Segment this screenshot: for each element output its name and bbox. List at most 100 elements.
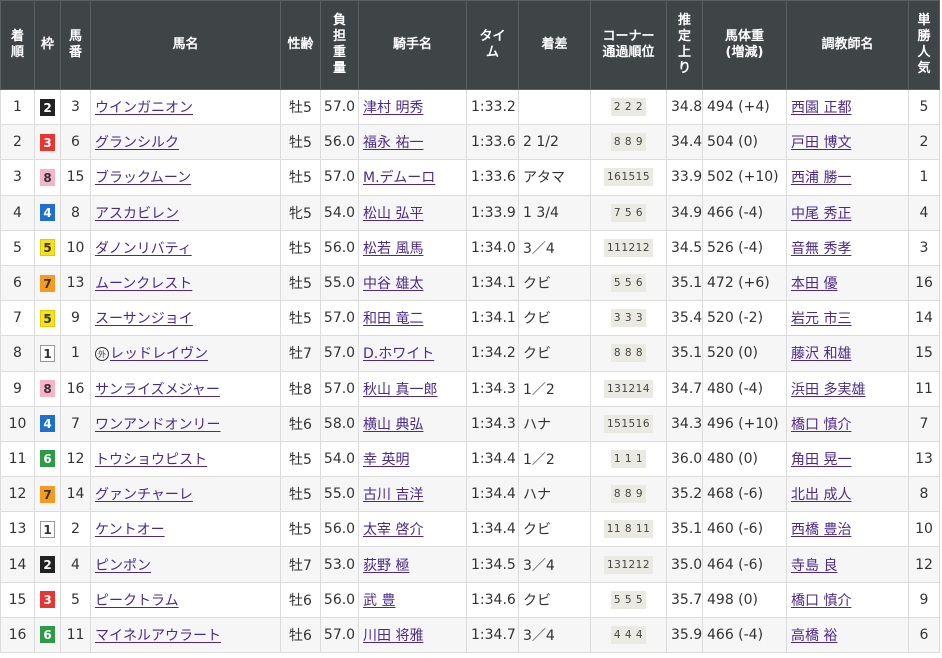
trainer-link[interactable]: 西橋 豊治 [791,522,851,538]
body-weight: 494 (+4) [702,88,787,126]
jockey-link[interactable]: 荻野 極 [363,558,409,574]
popularity: 12 [908,546,940,583]
jockey-link[interactable]: 津村 明秀 [363,100,423,116]
trainer-link[interactable]: 西浦 勝一 [791,170,851,186]
corner-cell: 131214 [590,370,667,407]
horse-name-cell: ダノンリバティ [90,229,281,266]
header-popularity: 単勝人気 [908,0,940,90]
horse-name-link[interactable]: レッドレイヴン [110,346,208,362]
jockey-link[interactable]: M.デムーロ [363,170,435,186]
jockey-link[interactable]: 太宰 啓介 [363,522,423,538]
horse-name-link[interactable]: ピンポン [95,558,151,574]
sex-age: 牡5 [280,300,321,337]
trainer-link[interactable]: 中尾 秀正 [791,206,851,222]
jockey-link[interactable]: 松若 風馬 [363,241,423,257]
horse-name-link[interactable]: サンライズメジャー [95,382,220,398]
body-weight: 480 (-4) [702,370,787,407]
trainer-link[interactable]: 岩元 市三 [791,311,851,327]
horse-number: 1 [60,335,91,372]
trainer-link[interactable]: 寺島 良 [791,558,837,574]
finish-time: 1:34.0 [466,229,519,266]
horse-name-cell: アスカビレン [90,194,281,231]
carried-weight: 57.0 [320,335,359,372]
trainer-link[interactable]: 北出 成人 [791,487,851,503]
horse-name-link[interactable]: スーサンジョイ [95,311,193,327]
trainer-link[interactable]: 浜田 多実雄 [791,382,865,398]
corner-cell: 8 8 9 [590,476,667,513]
table-row: 4 4 8 アスカビレン 牝5 54.0 松山 弘平 1:33.9 1 3/4 7 5 6 34.9… [0,194,940,231]
table-row: 15 3 5 ピークトラム 牡6 56.0 武 豊 1:34.6 クビ 5 5 5 35.7 498 … [0,581,940,618]
finish-position: 9 [0,370,35,407]
popularity: 6 [908,616,940,654]
waku-badge: 8 [40,380,55,398]
jockey-link[interactable]: 秋山 真一郎 [363,382,437,398]
horse-name-link[interactable]: トウショウピスト [95,452,207,468]
horse-name-link[interactable]: ムーンクレスト [95,276,192,292]
jockey-cell: 古川 吉洋 [358,476,467,513]
jockey-link[interactable]: 幸 英明 [363,452,409,468]
finish-time: 1:34.4 [466,511,519,548]
trainer-link[interactable]: 橋口 慎介 [791,593,851,609]
trainer-link[interactable]: 西園 正都 [791,100,851,116]
popularity: 15 [908,335,940,372]
carried-weight: 57.0 [320,159,359,196]
corner-cell: 111212 [590,229,667,266]
agari-time: 35.7 [666,581,703,618]
trainer-link[interactable]: 音無 秀孝 [791,241,851,257]
agari-time: 34.5 [666,229,703,266]
table-header-row: 着順 枠 馬番 馬名 性齢 負担重量 騎手名 タイム 着差 コーナー 通過順位 推… [0,0,940,90]
sex-age: 牡5 [280,440,321,478]
trainer-link[interactable]: 橋口 慎介 [791,417,851,433]
horse-name-link[interactable]: ワンアンドオンリー [95,417,220,433]
waku-badge: 6 [40,450,55,468]
table-row: 5 5 10 ダノンリバティ 牡5 56.0 松若 風馬 1:34.0 3／4 111212 34.… [0,229,940,266]
horse-name-link[interactable]: グランシルク [95,135,179,151]
agari-time: 35.2 [666,476,703,513]
carried-weight: 56.0 [320,581,359,618]
sex-age: 牡7 [280,546,321,583]
horse-number: 11 [60,616,91,654]
jockey-cell: 川田 将雅 [358,616,467,654]
horse-name-link[interactable]: ウインガニオン [95,100,193,116]
trainer-link[interactable]: 藤沢 和雄 [791,346,851,362]
trainer-link[interactable]: 高橋 裕 [791,628,837,644]
margin: クビ [518,300,591,337]
jockey-link[interactable]: D.ホワイト [363,346,434,362]
waku-cell: 5 [34,229,61,266]
finish-position: 1 [0,88,35,126]
jockey-link[interactable]: 福永 祐一 [363,135,423,151]
jockey-link[interactable]: 古川 吉洋 [363,487,423,503]
carried-weight: 53.0 [320,546,359,583]
waku-cell: 2 [34,546,61,583]
corner-positions: 4 4 4 [610,625,647,644]
horse-name-link[interactable]: マイネルアウラート [95,628,221,644]
body-weight: 504 (0) [702,124,787,161]
jockey-link[interactable]: 中谷 雄太 [363,276,423,292]
agari-time: 33.9 [666,159,703,196]
horse-name-link[interactable]: ピークトラム [95,593,179,609]
horse-name-link[interactable]: ブラックムーン [95,170,191,186]
jockey-link[interactable]: 和田 竜二 [363,311,423,327]
corner-cell: 5 5 5 [590,581,667,618]
carried-weight: 57.0 [320,370,359,407]
trainer-link[interactable]: 角田 晃一 [791,452,851,468]
horse-number: 6 [60,124,91,161]
waku-badge: 6 [40,626,55,644]
trainer-link[interactable]: 戸田 博文 [791,135,851,151]
horse-name-link[interactable]: ケントオー [95,522,165,538]
corner-positions: 3 3 3 [610,309,647,328]
jockey-link[interactable]: 横山 典弘 [363,417,423,433]
agari-time: 34.3 [666,405,703,442]
horse-name-link[interactable]: アスカビレン [95,206,179,222]
horse-name-link[interactable]: ダノンリバティ [95,241,192,257]
horse-name-link[interactable]: グァンチャーレ [95,487,193,503]
jockey-link[interactable]: 松山 弘平 [363,206,423,222]
table-row: 10 4 7 ワンアンドオンリー 牡6 58.0 横山 典弘 1:34.3 ハナ 151516 34… [0,405,940,442]
jockey-link[interactable]: 川田 将雅 [363,628,423,644]
finish-time: 1:34.1 [466,264,519,302]
header-weight: 負担重量 [320,0,359,90]
jockey-link[interactable]: 武 豊 [363,593,395,609]
table-row: 16 6 11 マイネルアウラート 牡6 57.0 川田 将雅 1:34.7 3／4 4 4 4 3… [0,616,940,654]
trainer-link[interactable]: 本田 優 [791,276,837,292]
corner-positions: 131212 [603,555,654,574]
